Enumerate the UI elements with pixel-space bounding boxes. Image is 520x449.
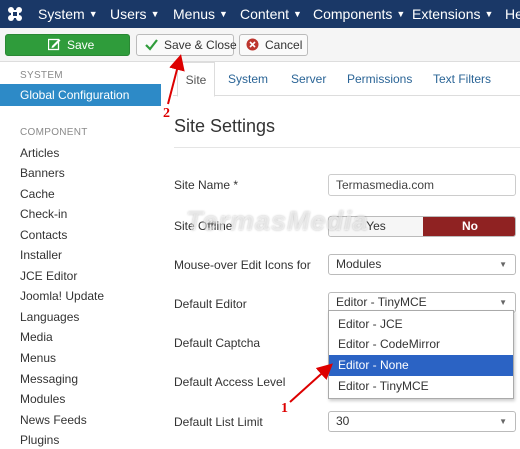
sidebar-item-global-configuration[interactable]: Global Configuration — [0, 84, 161, 106]
menu-help[interactable]: He — [505, 0, 520, 28]
menu-menus[interactable]: Menus ▼ — [173, 0, 228, 28]
sidebar-item-plugins[interactable]: Plugins — [20, 433, 59, 447]
default-list-limit-select[interactable]: 30 ▼ — [328, 411, 516, 432]
annotation-marker-2: 2 — [163, 106, 170, 121]
section-divider — [174, 147, 520, 148]
sidebar-item-jce-editor[interactable]: JCE Editor — [20, 269, 77, 283]
mouseover-edit-icons-select[interactable]: Modules ▼ — [328, 254, 516, 275]
top-navigation-bar: System ▼ Users ▼ Menus ▼ Content ▼ Component… — [0, 0, 520, 28]
menu-system-label: System — [38, 6, 85, 22]
site-name-label: Site Name * — [174, 178, 239, 192]
default-list-limit-value: 30 — [336, 414, 350, 428]
sidebar-item-articles[interactable]: Articles — [20, 146, 59, 160]
default-list-limit-label: Default List Limit — [174, 415, 263, 429]
dropdown-option-jce[interactable]: Editor - JCE — [329, 314, 513, 335]
caret-down-icon: ▼ — [150, 9, 160, 20]
sidebar-item-languages[interactable]: Languages — [20, 310, 79, 324]
tab-site[interactable]: Site — [177, 62, 215, 97]
sidebar-heading-component: COMPONENT — [20, 127, 88, 138]
sidebar-item-contacts[interactable]: Contacts — [20, 228, 67, 242]
default-editor-dropdown: Editor - JCE Editor - CodeMirror Editor … — [328, 310, 514, 399]
toolbar: Save Save & Close Cancel — [0, 28, 520, 62]
menu-components-label: Components — [313, 6, 393, 22]
menu-help-label: He — [505, 6, 520, 22]
sidebar-item-media[interactable]: Media — [20, 330, 53, 344]
save-button-label: Save — [67, 38, 95, 52]
sidebar-item-joomla-update[interactable]: Joomla! Update — [20, 289, 104, 303]
config-tabs: Site System Server Permissions Text Filt… — [173, 62, 520, 97]
caret-down-icon: ▼ — [219, 9, 228, 20]
default-access-level-label: Default Access Level — [174, 375, 286, 389]
menu-system[interactable]: System ▼ — [38, 0, 98, 28]
save-close-button-label: Save & Close — [164, 38, 237, 52]
joomla-logo-icon[interactable] — [6, 5, 24, 23]
menu-components[interactable]: Components ▼ — [313, 0, 405, 28]
menu-users-label: Users — [110, 6, 147, 22]
site-offline-no-button[interactable]: No — [423, 217, 515, 236]
default-editor-value: Editor - TinyMCE — [336, 295, 427, 309]
sidebar-item-check-in[interactable]: Check-in — [20, 207, 67, 221]
select-arrow-icon: ▼ — [499, 260, 507, 269]
tab-system[interactable]: System — [228, 62, 268, 96]
cancel-button[interactable]: Cancel — [239, 34, 308, 56]
default-captcha-label: Default Captcha — [174, 336, 261, 350]
save-button[interactable]: Save — [5, 34, 130, 56]
sidebar-item-menus[interactable]: Menus — [20, 351, 56, 365]
tab-text-filters[interactable]: Text Filters — [433, 62, 491, 96]
mouseover-edit-icons-label: Mouse-over Edit Icons for — [174, 258, 311, 272]
select-arrow-icon: ▼ — [499, 417, 507, 426]
section-title: Site Settings — [174, 116, 276, 136]
sidebar-item-news-feeds[interactable]: News Feeds — [20, 413, 87, 427]
checkmark-icon — [145, 39, 158, 51]
sidebar-item-cache[interactable]: Cache — [20, 187, 55, 201]
edit-icon — [48, 39, 61, 51]
annotation-arrow-1 — [289, 363, 333, 403]
sidebar-item-installer[interactable]: Installer — [20, 248, 62, 262]
tab-server[interactable]: Server — [291, 62, 326, 96]
mouseover-edit-icons-value: Modules — [336, 257, 382, 271]
sidebar-heading-system: SYSTEM — [20, 70, 63, 81]
menu-users[interactable]: Users ▼ — [110, 0, 159, 28]
watermark: TermasMedia — [186, 206, 369, 236]
default-editor-label: Default Editor — [174, 297, 247, 311]
menu-content-label: Content — [240, 6, 290, 22]
menu-menus-label: Menus — [173, 6, 216, 22]
dropdown-option-none[interactable]: Editor - None — [329, 355, 513, 376]
sidebar-item-banners[interactable]: Banners — [20, 166, 65, 180]
menu-extensions[interactable]: Extensions ▼ — [412, 0, 493, 28]
menu-content[interactable]: Content ▼ — [240, 0, 302, 28]
tab-permissions[interactable]: Permissions — [347, 62, 412, 96]
caret-down-icon: ▼ — [396, 9, 406, 20]
cancel-circle-icon — [246, 38, 259, 51]
dropdown-option-codemirror[interactable]: Editor - CodeMirror — [329, 334, 513, 355]
sidebar-item-modules[interactable]: Modules — [20, 392, 65, 406]
save-close-button[interactable]: Save & Close — [136, 34, 237, 56]
caret-down-icon: ▼ — [293, 9, 302, 20]
menu-extensions-label: Extensions — [412, 6, 481, 22]
dropdown-option-tinymce[interactable]: Editor - TinyMCE — [329, 376, 513, 397]
caret-down-icon: ▼ — [484, 9, 494, 20]
sidebar-item-messaging[interactable]: Messaging — [20, 372, 78, 386]
caret-down-icon: ▼ — [88, 9, 98, 20]
annotation-marker-1: 1 — [281, 401, 288, 416]
site-name-input[interactable]: Termasmedia.com — [328, 174, 516, 196]
cancel-button-label: Cancel — [265, 38, 303, 52]
